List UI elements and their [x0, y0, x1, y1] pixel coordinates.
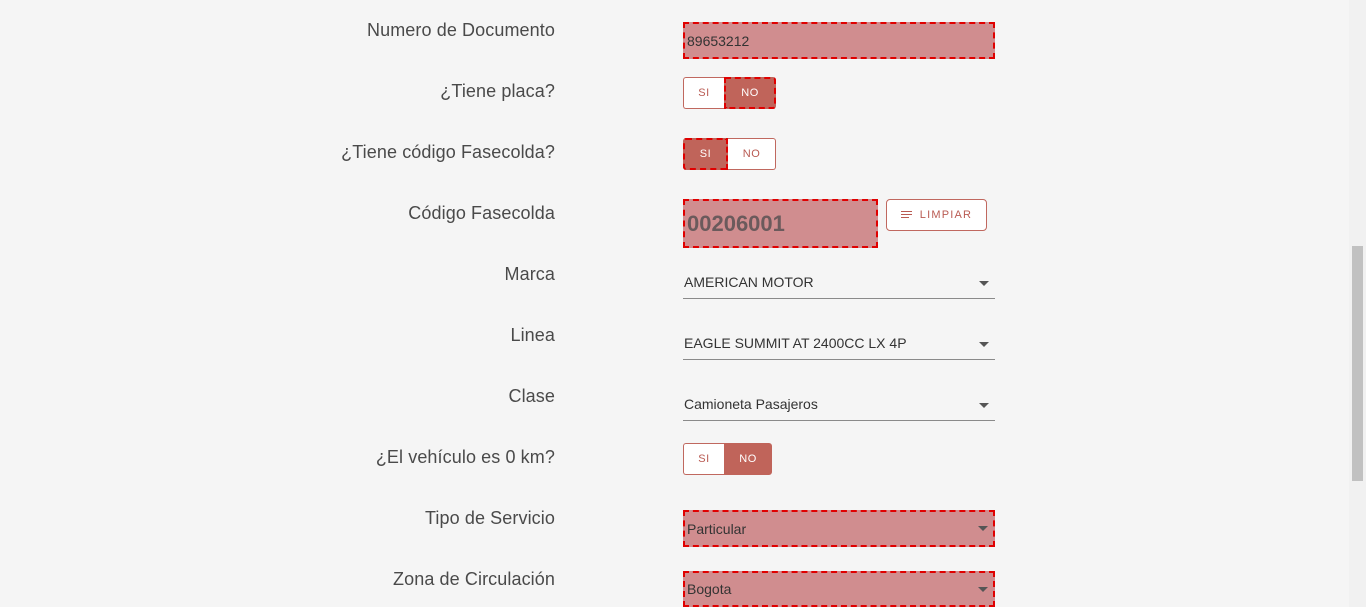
numero-documento-value: 89653212: [687, 32, 750, 49]
clase-select[interactable]: Camioneta Pasajeros: [683, 391, 995, 421]
numero-documento-input[interactable]: 89653212: [683, 22, 995, 59]
codigo-fasecolda-input[interactable]: 00206001: [683, 199, 878, 248]
tipo-servicio-select[interactable]: Particular: [683, 510, 995, 547]
caret-down-icon: [979, 281, 989, 286]
tiene-fasecolda-label: ¿Tiene código Fasecolda?: [341, 142, 555, 162]
vehicle-form: Numero de Documento 89653212 ¿Tiene plac…: [0, 0, 1366, 607]
clase-label: Clase: [508, 386, 555, 406]
tiene-placa-no-button[interactable]: NO: [724, 77, 776, 109]
caret-down-icon: [979, 403, 989, 408]
zona-circulacion-label: Zona de Circulación: [393, 569, 555, 589]
tiene-fasecolda-si-button[interactable]: SI: [683, 138, 728, 170]
caret-down-icon: [978, 526, 988, 531]
tiene-placa-toggle: SI NO: [683, 77, 776, 109]
numero-documento-label: Numero de Documento: [367, 20, 555, 40]
cero-km-toggle: SI NO: [683, 443, 772, 475]
marca-label: Marca: [504, 264, 555, 284]
caret-down-icon: [978, 587, 988, 592]
clase-value: Camioneta Pasajeros: [684, 396, 818, 412]
linea-select[interactable]: EAGLE SUMMIT AT 2400CC LX 4P: [683, 330, 995, 360]
limpiar-label: LIMPIAR: [919, 209, 973, 221]
tiene-fasecolda-toggle: SI NO: [683, 138, 776, 170]
tipo-servicio-label: Tipo de Servicio: [425, 508, 555, 528]
zona-circulacion-select[interactable]: Bogota: [683, 571, 995, 607]
codigo-fasecolda-value: 00206001: [687, 210, 785, 236]
cero-km-si-button[interactable]: SI: [683, 443, 724, 475]
tipo-servicio-value: Particular: [687, 520, 747, 537]
marca-select[interactable]: AMERICAN MOTOR: [683, 269, 995, 299]
cero-km-label: ¿El vehículo es 0 km?: [375, 447, 555, 467]
codigo-fasecolda-label: Código Fasecolda: [408, 203, 555, 223]
limpiar-button[interactable]: LIMPIAR: [886, 199, 987, 231]
caret-down-icon: [979, 342, 989, 347]
marca-value: AMERICAN MOTOR: [684, 274, 814, 290]
tiene-placa-si-button[interactable]: SI: [683, 77, 724, 109]
linea-value: EAGLE SUMMIT AT 2400CC LX 4P: [684, 335, 907, 351]
cero-km-no-button[interactable]: NO: [724, 443, 772, 475]
vertical-scrollbar[interactable]: [1349, 0, 1366, 607]
tiene-fasecolda-no-button[interactable]: NO: [728, 138, 776, 170]
zona-circulacion-value: Bogota: [687, 581, 732, 597]
linea-label: Linea: [510, 325, 555, 345]
lines-icon: [900, 211, 912, 219]
tiene-placa-label: ¿Tiene placa?: [440, 81, 555, 101]
scrollbar-thumb[interactable]: [1352, 246, 1363, 481]
